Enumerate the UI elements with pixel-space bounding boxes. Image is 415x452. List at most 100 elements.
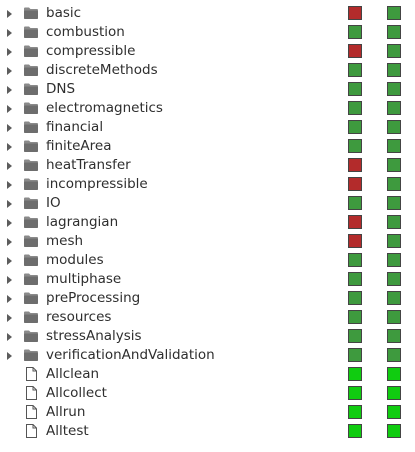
tree-item-label: mesh: [46, 233, 84, 249]
expand-arrow-icon[interactable]: [7, 219, 12, 227]
folder-icon: [23, 272, 39, 286]
expand-arrow-icon[interactable]: [7, 67, 12, 75]
expand-arrow-icon[interactable]: [7, 124, 12, 132]
status-indicator-2: [387, 405, 401, 419]
tree-folder-row[interactable]: stressAnalysis: [0, 327, 415, 346]
tree-folder-row[interactable]: mesh: [0, 232, 415, 251]
tree-folder-row[interactable]: IO: [0, 194, 415, 213]
status-indicator-1: [348, 215, 362, 229]
tree-item-label: stressAnalysis: [46, 328, 142, 344]
file-icon: [23, 423, 39, 438]
tree-file-row[interactable]: Allclean: [0, 365, 415, 384]
tree-item-label: modules: [46, 252, 104, 268]
folder-icon: [23, 25, 39, 39]
status-indicator-2: [387, 424, 401, 438]
expand-arrow-icon[interactable]: [7, 86, 12, 94]
tree-item-label: compressible: [46, 43, 136, 59]
folder-icon: [23, 120, 39, 134]
status-indicator-2: [387, 139, 401, 153]
tree-item-label: preProcessing: [46, 290, 141, 306]
folder-icon: [23, 329, 39, 343]
folder-icon: [23, 348, 39, 362]
status-indicator-1: [348, 82, 362, 96]
status-indicator-2: [387, 82, 401, 96]
status-indicator-2: [387, 367, 401, 381]
tree-file-row[interactable]: Allcollect: [0, 384, 415, 403]
expand-arrow-icon[interactable]: [7, 143, 12, 151]
tree-folder-row[interactable]: electromagnetics: [0, 99, 415, 118]
tree-file-row[interactable]: Alltest: [0, 422, 415, 441]
tree-folder-row[interactable]: financial: [0, 118, 415, 137]
status-indicator-2: [387, 348, 401, 362]
tree-item-label: combustion: [46, 24, 125, 40]
status-indicator-2: [387, 386, 401, 400]
expand-arrow-icon[interactable]: [7, 162, 12, 170]
tree-folder-row[interactable]: incompressible: [0, 175, 415, 194]
expand-arrow-icon[interactable]: [7, 257, 12, 265]
tree-folder-row[interactable]: preProcessing: [0, 289, 415, 308]
status-indicator-1: [348, 44, 362, 58]
tree-folder-row[interactable]: discreteMethods: [0, 61, 415, 80]
expand-arrow-icon[interactable]: [7, 29, 12, 37]
tree-folder-row[interactable]: verificationAndValidation: [0, 346, 415, 365]
file-icon: [23, 385, 39, 400]
tree-folder-row[interactable]: lagrangian: [0, 213, 415, 232]
folder-icon: [23, 215, 39, 229]
expand-arrow-icon[interactable]: [7, 314, 12, 322]
expand-arrow-icon[interactable]: [7, 238, 12, 246]
status-indicator-1: [348, 6, 362, 20]
tree-item-label: lagrangian: [46, 214, 119, 230]
tree-folder-row[interactable]: finiteArea: [0, 137, 415, 156]
status-indicator-1: [348, 120, 362, 134]
status-indicator-1: [348, 348, 362, 362]
folder-icon: [23, 253, 39, 267]
tree-folder-row[interactable]: heatTransfer: [0, 156, 415, 175]
status-indicator-2: [387, 6, 401, 20]
status-indicator-1: [348, 272, 362, 286]
status-indicator-2: [387, 272, 401, 286]
tree-item-label: financial: [46, 119, 104, 135]
folder-icon: [23, 139, 39, 153]
tree-folder-row[interactable]: compressible: [0, 42, 415, 61]
expand-arrow-icon[interactable]: [7, 181, 12, 189]
expand-arrow-icon[interactable]: [7, 10, 12, 18]
tree-item-label: finiteArea: [46, 138, 112, 154]
tree-folder-row[interactable]: modules: [0, 251, 415, 270]
expand-arrow-icon[interactable]: [7, 200, 12, 208]
tree-item-label: heatTransfer: [46, 157, 131, 173]
expand-arrow-icon[interactable]: [7, 295, 12, 303]
status-indicator-2: [387, 291, 401, 305]
tree-folder-row[interactable]: multiphase: [0, 270, 415, 289]
tree-item-label: electromagnetics: [46, 100, 163, 116]
tree-folder-row[interactable]: combustion: [0, 23, 415, 42]
status-indicator-1: [348, 234, 362, 248]
tree-item-label: IO: [46, 195, 61, 211]
expand-arrow-icon[interactable]: [7, 333, 12, 341]
tree-item-label: Allrun: [46, 404, 86, 420]
status-indicator-1: [348, 329, 362, 343]
expand-arrow-icon[interactable]: [7, 105, 12, 113]
tree-folder-row[interactable]: DNS: [0, 80, 415, 99]
status-indicator-2: [387, 310, 401, 324]
folder-icon: [23, 158, 39, 172]
status-indicator-1: [348, 139, 362, 153]
status-indicator-2: [387, 253, 401, 267]
status-indicator-1: [348, 367, 362, 381]
tree-item-label: DNS: [46, 81, 76, 97]
status-indicator-1: [348, 310, 362, 324]
folder-icon: [23, 310, 39, 324]
expand-arrow-icon[interactable]: [7, 48, 12, 56]
tree-file-row[interactable]: Allrun: [0, 403, 415, 422]
expand-arrow-icon[interactable]: [7, 352, 12, 360]
tree-folder-row[interactable]: resources: [0, 308, 415, 327]
status-indicator-1: [348, 25, 362, 39]
status-indicator-1: [348, 405, 362, 419]
expand-arrow-icon[interactable]: [7, 276, 12, 284]
tree-item-label: incompressible: [46, 176, 148, 192]
tree-folder-row[interactable]: basic: [0, 4, 415, 23]
status-indicator-2: [387, 158, 401, 172]
folder-icon: [23, 101, 39, 115]
status-indicator-2: [387, 63, 401, 77]
file-tree: basic combustion compressible discreteMetho…: [0, 4, 415, 441]
status-indicator-1: [348, 63, 362, 77]
